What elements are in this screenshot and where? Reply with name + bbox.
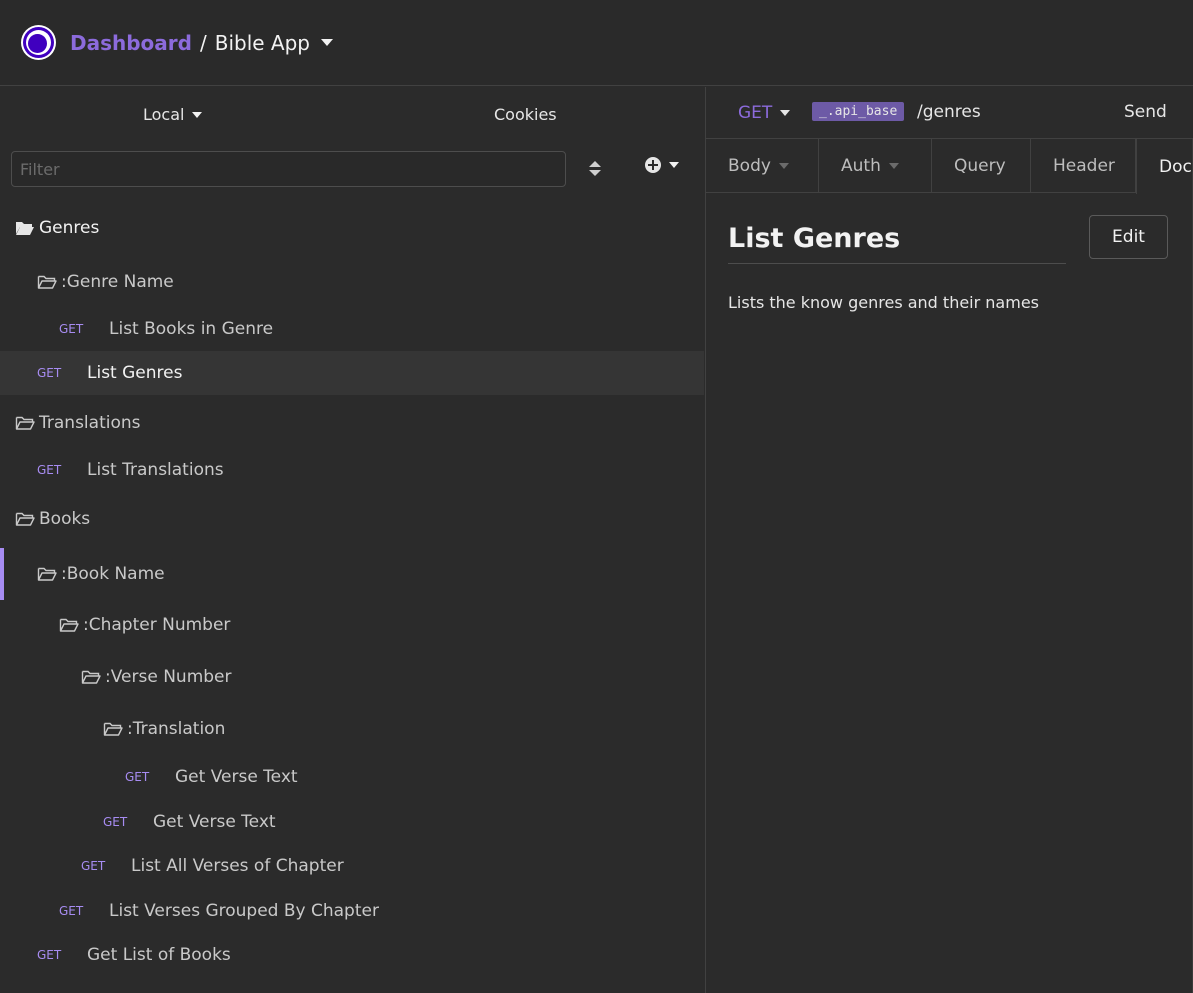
tree-folder[interactable]: :Chapter Number: [0, 601, 704, 649]
tree-item-label: Get Verse Text: [153, 812, 276, 832]
tree-item-label: Translations: [39, 413, 141, 433]
method-badge: GET: [37, 948, 62, 962]
method-badge: GET: [37, 366, 62, 380]
tree-folder[interactable]: :Translation: [0, 705, 704, 753]
top-bar: Dashboard / Bible App: [0, 0, 1193, 86]
tree-folder[interactable]: :Genre Name: [0, 258, 704, 306]
workspace-dropdown-icon[interactable]: [321, 39, 333, 46]
doc-title-divider: [728, 263, 1066, 264]
tree-request-item[interactable]: GET List Translations: [0, 448, 704, 492]
url-path-input[interactable]: /genres: [917, 102, 981, 122]
tree-item-label: Books: [39, 509, 91, 529]
selection-marker: [0, 548, 4, 600]
tree-item-label: :Verse Number: [105, 667, 232, 687]
tab-label: Doc: [1159, 156, 1192, 177]
sidebar: Local Cookies Genres :Genre Name GET List B…: [0, 87, 704, 993]
folder-icon: [37, 274, 57, 290]
tree-folder[interactable]: Books: [0, 496, 704, 542]
breadcrumb-dashboard-link[interactable]: Dashboard: [70, 31, 192, 55]
folder-icon: [59, 617, 79, 633]
chevron-down-icon: [669, 162, 679, 168]
tree-item-label: List Verses Grouped By Chapter: [109, 901, 379, 921]
environment-selector[interactable]: Local: [143, 105, 203, 124]
send-button[interactable]: Send: [1124, 102, 1167, 122]
tree-item-label: List Books in Genre: [109, 319, 274, 339]
tree-item-label: :Book Name: [61, 564, 165, 584]
method-selector[interactable]: GET: [738, 103, 791, 123]
request-pane: GET _.api_base /genres Send Body Auth Quer…: [705, 87, 1193, 993]
environment-variable-tag[interactable]: _.api_base: [812, 102, 905, 121]
tree-request-item[interactable]: GET List All Verses of Chapter: [0, 844, 704, 888]
filter-row: [0, 142, 704, 204]
tree-request-item[interactable]: GET Get Verse Text: [0, 755, 704, 799]
tab-query[interactable]: Query: [932, 139, 1031, 193]
environment-label: Local: [143, 105, 185, 124]
tab-body[interactable]: Body: [706, 139, 819, 193]
tree-request-item[interactable]: GET Get List of Books: [0, 933, 704, 977]
environment-dropdown-icon: [192, 111, 203, 118]
breadcrumb: Dashboard / Bible App: [70, 31, 333, 55]
breadcrumb-separator: /: [199, 30, 207, 55]
tree-item-label: Get List of Books: [87, 945, 231, 965]
tree-item-label: List All Verses of Chapter: [131, 856, 344, 876]
method-badge: GET: [81, 859, 106, 873]
tree-item-label: Genres: [39, 218, 100, 238]
method-badge: GET: [125, 770, 150, 784]
tab-label: Body: [728, 156, 771, 176]
edit-docs-button[interactable]: Edit: [1089, 215, 1168, 259]
request-tabs: Body Auth Query Header Doc: [706, 139, 1193, 194]
tree-item-label: Get Verse Text: [175, 767, 298, 787]
folder-icon: [81, 669, 101, 685]
tree-item-label: :Chapter Number: [83, 615, 231, 635]
method-label: GET: [738, 103, 773, 123]
tab-header[interactable]: Header: [1031, 139, 1136, 193]
tab-auth[interactable]: Auth: [819, 139, 932, 193]
sidebar-header: Local Cookies: [0, 87, 704, 142]
method-badge: GET: [37, 463, 62, 477]
tree-item-label: :Genre Name: [61, 272, 174, 292]
method-badge: GET: [103, 815, 128, 829]
doc-description: Lists the know genres and their names: [728, 293, 1039, 312]
app-logo-icon[interactable]: [21, 25, 56, 60]
tree-folder[interactable]: :Book Name: [0, 548, 704, 600]
doc-title: List Genres: [728, 223, 901, 254]
tab-label: Header: [1053, 156, 1115, 176]
filter-input[interactable]: [11, 151, 566, 187]
method-dropdown-icon: [780, 110, 791, 116]
folder-icon: [15, 511, 35, 527]
tree-folder[interactable]: :Verse Number: [0, 653, 704, 701]
tree-item-label: :Translation: [127, 719, 226, 739]
tree-folder[interactable]: Genres: [0, 206, 704, 250]
chevron-down-icon: [778, 163, 789, 169]
tab-label: Query: [954, 156, 1006, 176]
plus-circle-icon: [645, 157, 661, 173]
tree-request-item[interactable]: GET List Verses Grouped By Chapter: [0, 889, 704, 933]
tree-request-item[interactable]: GET List Genres: [0, 351, 704, 395]
chevron-down-icon: [888, 163, 899, 169]
tree-item-label: List Translations: [87, 460, 224, 480]
add-request-button[interactable]: [645, 157, 679, 173]
tree-request-item[interactable]: GET List Books in Genre: [0, 307, 704, 351]
cookies-button[interactable]: Cookies: [494, 105, 557, 124]
sort-icon[interactable]: [589, 161, 601, 177]
folder-icon: [103, 721, 123, 737]
workspace-name[interactable]: Bible App: [215, 31, 310, 55]
method-badge: GET: [59, 904, 84, 918]
tab-doc[interactable]: Doc: [1136, 139, 1193, 194]
folder-open-icon: [15, 220, 35, 236]
tree-request-item[interactable]: GET Get Verse Text: [0, 800, 704, 844]
url-bar: GET _.api_base /genres Send: [706, 87, 1193, 139]
tab-label: Auth: [841, 156, 881, 176]
method-badge: GET: [59, 322, 84, 336]
tree-folder[interactable]: Translations: [0, 400, 704, 446]
folder-icon: [37, 566, 57, 582]
folder-icon: [15, 415, 35, 431]
tree-item-label: List Genres: [87, 363, 183, 383]
